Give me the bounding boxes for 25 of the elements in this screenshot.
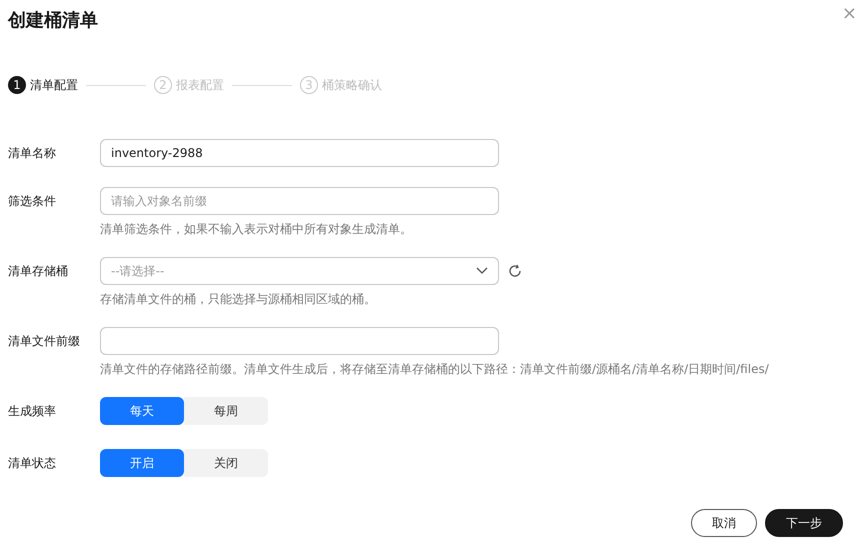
input-field[interactable]: 请输入对象名前缀 xyxy=(100,187,499,215)
next-button[interactable]: 下一步 xyxy=(765,509,843,537)
dialog-title: 创建桶清单 xyxy=(8,9,98,33)
toggle-option[interactable]: 关闭 xyxy=(184,449,268,477)
hint-text: 存储清单文件的桶，只能选择与源桶相同区域的桶。 xyxy=(100,291,377,307)
refresh-icon[interactable] xyxy=(508,264,522,278)
field-label: 清单文件前缀 xyxy=(8,333,81,350)
step-number: 1 xyxy=(8,76,26,94)
hint-text: 清单筛选条件，如果不输入表示对桶中所有对象生成清单。 xyxy=(100,221,413,237)
field-label: 筛选条件 xyxy=(8,193,57,210)
chevron-down-icon xyxy=(476,267,488,275)
field-label: 生成频率 xyxy=(8,403,57,420)
field-label: 清单存储桶 xyxy=(8,263,69,280)
cancel-button[interactable]: 取消 xyxy=(691,509,757,537)
field-label: 清单名称 xyxy=(8,145,57,162)
step-label: 清单配置 xyxy=(30,77,78,94)
toggle-option[interactable]: 每周 xyxy=(184,397,268,425)
hint-text: 清单文件的存储路径前缀。清单文件生成后，将存储至清单存储桶的以下路径：清单文件前缀/源桶名/清单名称/日期时间/files/ xyxy=(100,361,769,377)
step-label: 桶策略确认 xyxy=(322,77,382,94)
field-label: 清单状态 xyxy=(8,455,57,472)
toggle-option[interactable]: 每天 xyxy=(100,397,184,425)
toggle-option[interactable]: 开启 xyxy=(100,449,184,477)
input-field[interactable]: inventory-2988 xyxy=(100,139,499,167)
input-field[interactable] xyxy=(100,327,499,355)
step-label: 报表配置 xyxy=(176,77,224,94)
